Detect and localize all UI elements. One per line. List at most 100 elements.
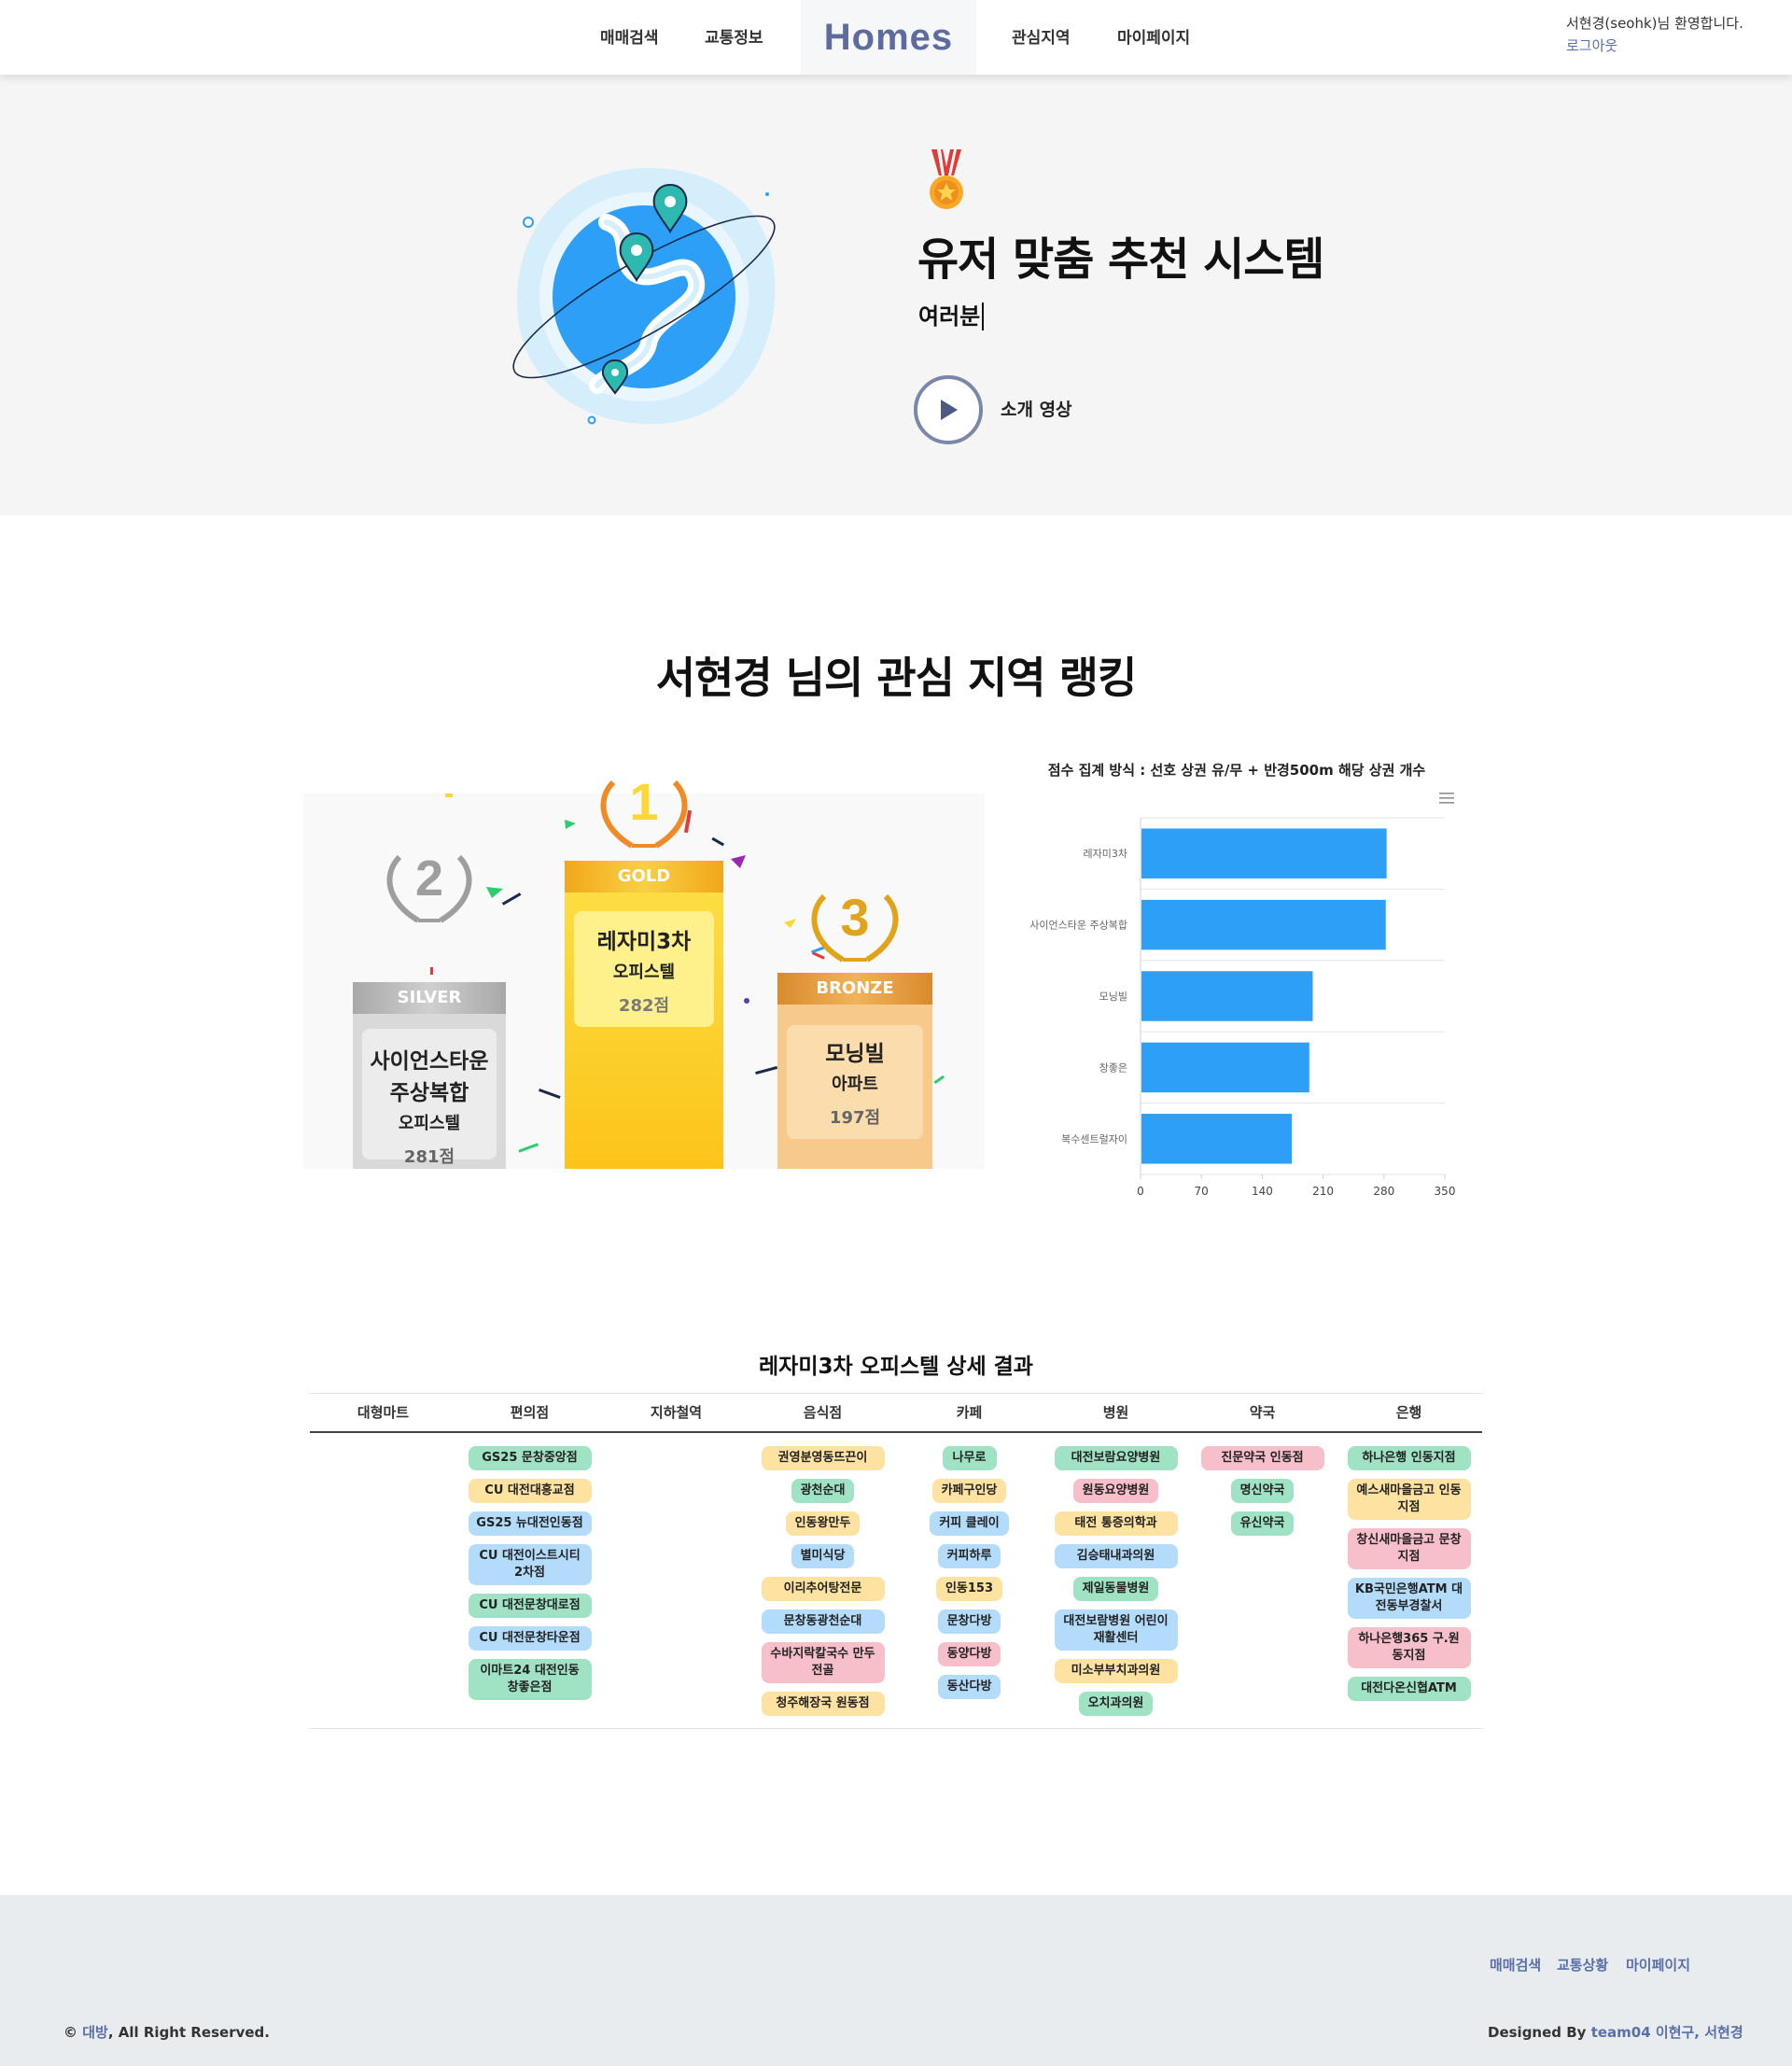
footer: 매매검색 교통상황 마이페이지 © 대방, All Right Reserved… <box>0 1895 1792 2066</box>
place-tag[interactable]: 이리추어탕전문 <box>761 1577 885 1601</box>
category-label: 모닝빌 <box>1099 991 1127 1003</box>
copyright-brand-link[interactable]: 대방 <box>82 2024 108 2041</box>
nav-sale-search[interactable]: 매매검색 <box>600 24 659 48</box>
place-tag[interactable]: 나무로 <box>942 1446 997 1470</box>
column-header: 음식점 <box>803 1404 843 1421</box>
detail-title: 레자미3차 오피스텔 상세 결과 <box>759 1355 1033 1379</box>
place-tag[interactable]: CU 대전문창타운점 <box>468 1626 592 1651</box>
place-tag[interactable]: 동양다방 <box>937 1642 1001 1666</box>
nav-mypage[interactable]: 마이페이지 <box>1117 24 1190 48</box>
place-tag[interactable]: 하나은행365 구.원 동지점 <box>1347 1627 1471 1668</box>
table-column: 나무로카페구인당커피 클레이커피하루인동153 문창다방동양다방동산다방 <box>896 1435 1043 1728</box>
designed-by-label: Designed By <box>1488 2024 1587 2041</box>
nav-traffic-info[interactable]: 교통정보 <box>705 24 763 48</box>
chart-title: 점수 집계 방식 : 선호 상권 유/무 + 반경500m 해당 상권 개수 <box>1047 762 1426 779</box>
podium-badge: BRONZE <box>777 973 932 1005</box>
place-tag[interactable]: 김승태내과의원 <box>1054 1544 1178 1568</box>
x-tick-label: 280 <box>1373 1185 1394 1198</box>
podium-second-place: 2 SILVER 사이언스타운 주상복합 오피스텔 281점 <box>353 842 506 1169</box>
place-tag[interactable]: 문창동광천순대 <box>761 1609 885 1634</box>
place-tag[interactable]: 태전 통증의학과 <box>1054 1511 1178 1536</box>
place-tag[interactable]: CU 대전이스트시티 2차점 <box>468 1544 592 1585</box>
bar[interactable] <box>1141 899 1386 950</box>
podium-name-line: 모닝빌 <box>825 1042 885 1066</box>
place-tag[interactable]: 청주해장국 원동점 <box>761 1692 885 1716</box>
place-tag[interactable]: CU 대전대흥교점 <box>468 1479 592 1503</box>
footer-link-sale-search[interactable]: 매매검색 <box>1490 1955 1541 1975</box>
logout-link[interactable]: 로그아웃 <box>1566 35 1617 55</box>
copyright-symbol: © <box>63 2024 77 2041</box>
intro-video-label[interactable]: 소개 영상 <box>1001 396 1072 421</box>
bar[interactable] <box>1141 1114 1293 1164</box>
place-tag[interactable]: 창신새마을금고 문창 지점 <box>1347 1528 1471 1569</box>
footer-link-traffic[interactable]: 교통상황 <box>1557 1955 1608 1975</box>
column-header: 카페 <box>956 1404 983 1421</box>
footer-link-mypage[interactable]: 마이페이지 <box>1626 1955 1690 1975</box>
podium-type: 아파트 <box>832 1075 878 1094</box>
table-column: 진문약국 인동점명신약국유신약국 <box>1189 1435 1336 1728</box>
podium-card: 레자미3차 오피스텔 282점 <box>574 911 714 1027</box>
designed-by-team[interactable]: team04 이현구, 서현경 <box>1591 2024 1743 2041</box>
place-tag[interactable]: 이마트24 대전인동 창좋은점 <box>468 1659 592 1700</box>
place-tag[interactable]: 커피 클레이 <box>930 1511 1009 1536</box>
hero-section: 유저 맞춤 추천 시스템 여러분 소개 영상 <box>0 75 1792 515</box>
place-tag[interactable]: 문창다방 <box>937 1609 1001 1634</box>
place-tag[interactable]: 대전다온신협ATM <box>1347 1677 1471 1701</box>
table-column <box>603 1435 749 1728</box>
podium-third-place: 3 BRONZE 모닝빌 아파트 197점 <box>777 881 932 1169</box>
podium-badge: SILVER <box>353 982 506 1014</box>
rank-number: 3 <box>840 888 870 947</box>
place-tag[interactable]: 인동153 <box>935 1577 1003 1601</box>
bar[interactable] <box>1141 828 1387 878</box>
podium-first-place: 1 GOLD 레자미3차 오피스텔 282점 <box>565 767 723 1169</box>
place-tag[interactable]: GS25 문창중앙점 <box>468 1446 592 1470</box>
place-tag[interactable]: KB국민은행ATM 대전동부경찰서 <box>1347 1578 1471 1619</box>
hero-title: 유저 맞춤 추천 시스템 <box>917 233 1325 286</box>
podium-score: 281점 <box>403 1147 455 1167</box>
place-tag[interactable]: 대전보람병원 어린이 재활센터 <box>1054 1609 1178 1651</box>
detail-table: 대형마트 편의점 지하철역 음식점 카페 병원 약국 은행 GS25 문창중앙점 CU 대전대흥… <box>310 1393 1482 1729</box>
place-tag[interactable]: 오치과의원 <box>1078 1692 1154 1716</box>
nav-interest-area[interactable]: 관심지역 <box>1012 24 1071 48</box>
logo: Homes <box>823 16 954 58</box>
podium-badge: GOLD <box>565 861 723 892</box>
rank-number: 1 <box>629 772 659 831</box>
place-tag[interactable]: 수바지락칼국수 만두전골 <box>761 1642 885 1683</box>
place-tag[interactable]: 동산다방 <box>937 1675 1001 1699</box>
place-tag[interactable]: 원동요양병원 <box>1072 1479 1159 1503</box>
podium-type: 오피스텔 <box>612 963 676 982</box>
place-tag[interactable]: 별미식당 <box>791 1544 855 1568</box>
place-tag[interactable]: 카페구인당 <box>931 1479 1007 1503</box>
place-tag[interactable]: 제일동물병원 <box>1072 1577 1159 1601</box>
place-tag[interactable]: 커피하루 <box>937 1544 1001 1568</box>
logo-link[interactable]: Homes <box>801 0 976 75</box>
place-tag[interactable]: CU 대전문창대로점 <box>468 1594 592 1618</box>
hero-typing-text: 여러분 <box>918 302 985 330</box>
place-tag[interactable]: 진문약국 인동점 <box>1200 1446 1324 1470</box>
category-label: 복수센트럴자이 <box>1061 1133 1127 1145</box>
table-column: GS25 문창중앙점 CU 대전대흥교점 GS25 뉴대전인동점 CU 대전이스트시티… <box>456 1435 603 1728</box>
category-label: 창좋은 <box>1099 1061 1127 1074</box>
table-column: 대전보람요양병원원동요양병원태전 통증의학과김승태내과의원제일동물병원대전보람병… <box>1043 1435 1189 1728</box>
place-tag[interactable]: 미소부부치과의원 <box>1054 1659 1178 1683</box>
place-tag[interactable]: 예스새마을금고 인동 지점 <box>1347 1479 1471 1520</box>
place-tag[interactable]: 대전보람요양병원 <box>1054 1446 1178 1470</box>
intro-video-play-button[interactable] <box>914 375 983 444</box>
bar[interactable] <box>1141 971 1313 1021</box>
medal-icon <box>930 149 963 209</box>
place-tag[interactable]: 광천순대 <box>791 1479 855 1503</box>
column-header: 약국 <box>1249 1404 1276 1421</box>
x-tick-label: 70 <box>1195 1185 1209 1198</box>
bar[interactable] <box>1141 1042 1309 1093</box>
x-tick-label: 350 <box>1435 1185 1456 1198</box>
chart-menu-icon[interactable] <box>1439 793 1454 804</box>
place-tag[interactable]: 인동왕만두 <box>785 1511 861 1536</box>
place-tag[interactable]: 유신약국 <box>1230 1511 1295 1536</box>
place-tag[interactable]: 하나은행 인동지점 <box>1347 1446 1471 1470</box>
table-column: 하나은행 인동지점예스새마을금고 인동 지점창신새마을금고 문창 지점 KB국민은… <box>1336 1435 1482 1728</box>
place-tag[interactable]: 권영분영동뜨끈이 <box>761 1446 885 1470</box>
place-tag[interactable]: GS25 뉴대전인동점 <box>468 1511 592 1536</box>
place-tag[interactable]: 명신약국 <box>1230 1479 1295 1503</box>
x-tick-label: 140 <box>1252 1185 1273 1198</box>
category-label: 사이언스타운 주상복합 <box>1029 920 1127 932</box>
